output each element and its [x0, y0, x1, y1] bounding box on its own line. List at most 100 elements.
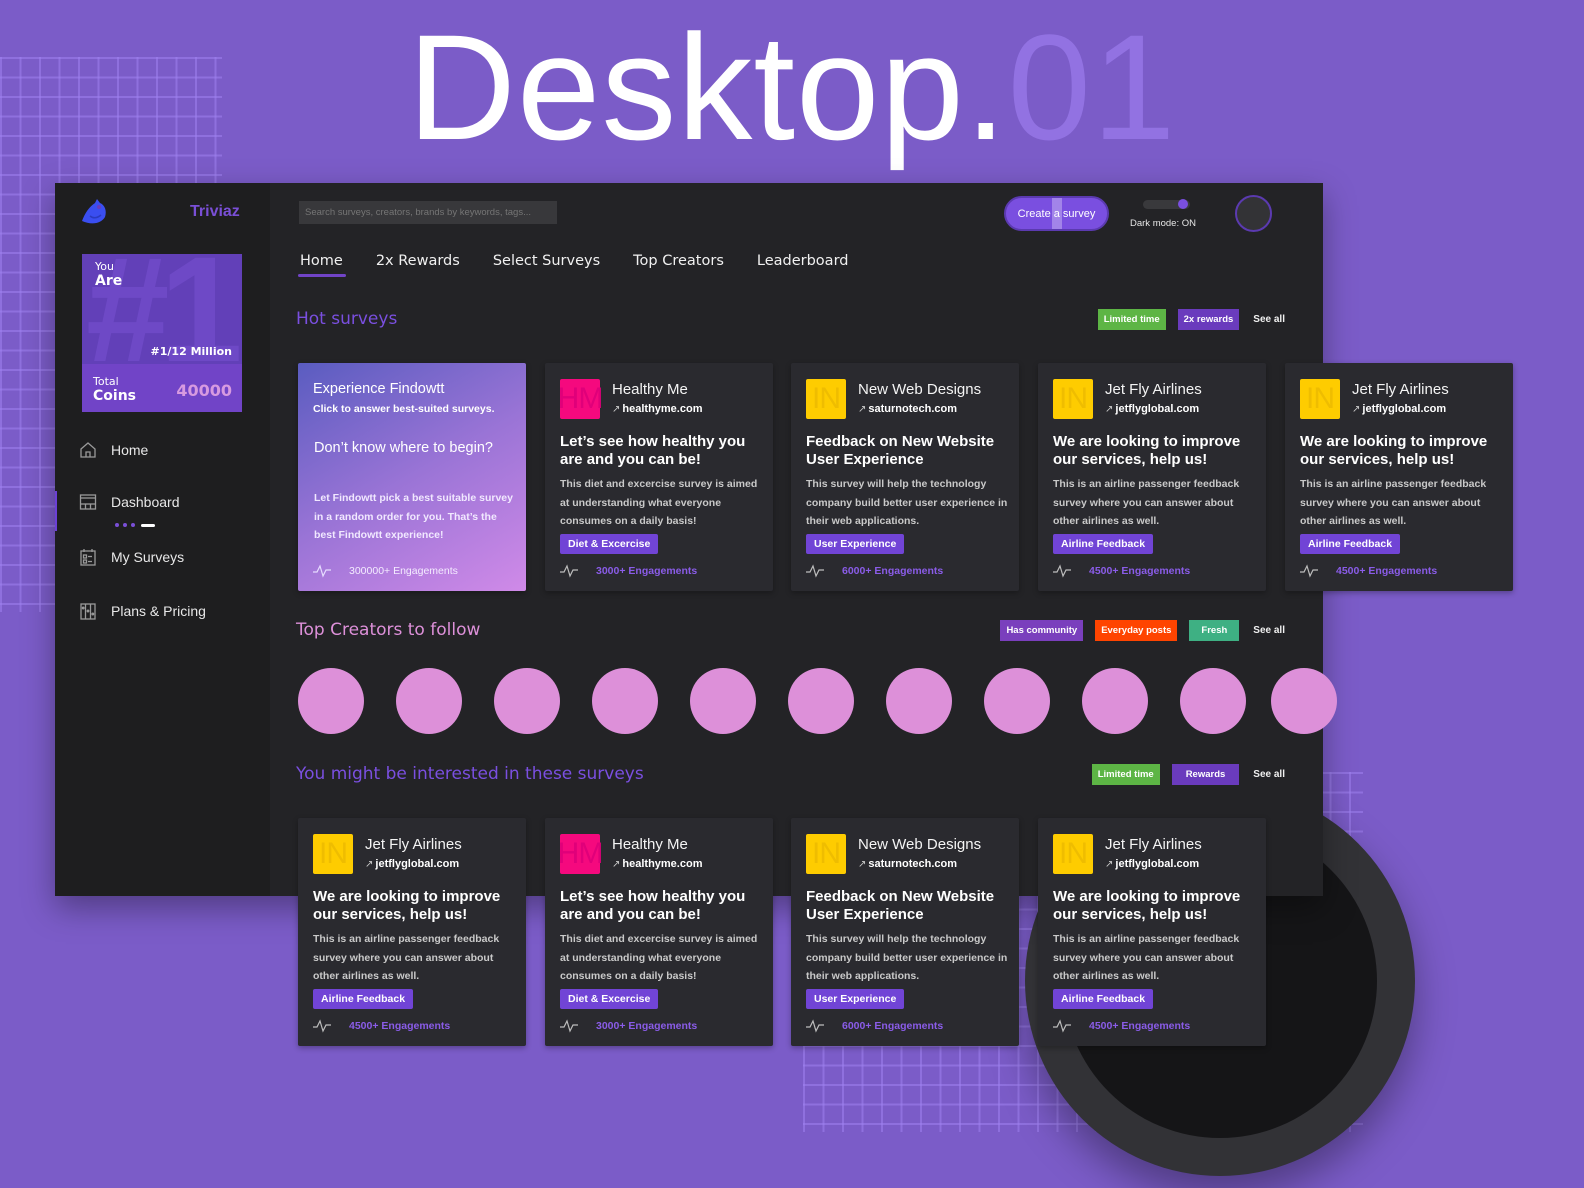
survey-tag[interactable]: Airline Feedback [1053, 989, 1154, 1009]
creator-avatar[interactable] [690, 668, 756, 734]
engagements: 6000+ Engagements [806, 564, 943, 578]
app-window: Triviaz #1 You Are #1/12 Million Total C… [55, 183, 1513, 896]
active-indicator [55, 491, 57, 531]
org-name: New Web Designs [858, 836, 982, 853]
survey-card[interactable]: HM Healthy Me ↗︎ healthyme.com Let’s see … [545, 363, 773, 591]
org-domain-link[interactable]: ↗︎ healthyme.com [612, 403, 702, 415]
creator-avatar[interactable] [396, 668, 462, 734]
org-logo: IN [313, 834, 353, 874]
survey-card[interactable]: IN Jet Fly Airlines ↗︎ jetflyglobal.com W… [298, 818, 526, 1046]
engagements-count: 3000+ Engagements [596, 1020, 698, 1032]
org-domain-link[interactable]: ↗︎ jetflyglobal.com [365, 858, 459, 870]
creator-avatar[interactable] [788, 668, 854, 734]
create-survey-button[interactable]: Create a survey [1004, 196, 1109, 231]
org-domain: jetflyglobal.com [1362, 403, 1447, 415]
org-logo: IN [806, 834, 846, 874]
org-domain-link[interactable]: ↗︎ healthyme.com [612, 858, 702, 870]
brand-name: Triviaz [190, 203, 240, 220]
coins-value: 40000 [176, 381, 232, 400]
chip-limited-time[interactable]: Limited time [1097, 309, 1166, 330]
tab-home[interactable]: Home [298, 253, 346, 277]
engagements: 4500+ Engagements [1053, 1019, 1190, 1033]
rank-you-label: You [95, 260, 114, 273]
org-domain: jetflyglobal.com [1115, 403, 1200, 415]
promo-subtitle: Click to answer best-suited surveys. [313, 403, 495, 415]
tab-leaderboard[interactable]: Leaderboard [757, 253, 849, 277]
chip-2x-rewards[interactable]: 2x rewards [1177, 309, 1240, 330]
sidebar-item-home[interactable]: Home [79, 441, 148, 459]
survey-tag[interactable]: User Experience [806, 534, 905, 554]
engagements-count: 3000+ Engagements [596, 565, 698, 577]
creator-avatar[interactable] [592, 668, 658, 734]
survey-card[interactable]: IN Jet Fly Airlines ↗︎ jetflyglobal.com W… [1038, 363, 1266, 591]
survey-headline: We are looking to improve our services, … [1053, 433, 1241, 468]
org-domain-link[interactable]: ↗︎ saturnotech.com [858, 858, 957, 870]
creator-avatar[interactable] [494, 668, 560, 734]
top-creators-title: Top Creators to follow [296, 620, 481, 640]
external-link-icon: ↗︎ [612, 859, 621, 870]
survey-card[interactable]: IN New Web Designs ↗︎ saturnotech.com Fee… [791, 818, 1019, 1046]
tab-top-creators[interactable]: Top Creators [633, 253, 724, 277]
survey-card[interactable]: IN Jet Fly Airlines ↗︎ jetflyglobal.com W… [1038, 818, 1266, 1046]
creator-avatar[interactable] [984, 668, 1050, 734]
sidebar: Triviaz #1 You Are #1/12 Million Total C… [55, 183, 270, 896]
survey-tag[interactable]: Airline Feedback [313, 989, 414, 1009]
top-creators-see-all-link[interactable]: See all [1253, 625, 1285, 636]
survey-tag[interactable]: Airline Feedback [1053, 534, 1154, 554]
survey-description: This is an airline passenger feedback su… [1053, 933, 1240, 982]
org-domain-link[interactable]: ↗︎ jetflyglobal.com [1105, 858, 1199, 870]
engagements: 4500+ Engagements [1053, 564, 1190, 578]
activity-icon [806, 564, 824, 578]
hot-surveys-see-all-link[interactable]: See all [1253, 314, 1285, 325]
home-icon [80, 442, 96, 458]
survey-tag[interactable]: Diet & Excercise [560, 989, 659, 1009]
survey-headline: We are looking to improve our services, … [313, 888, 501, 923]
sidebar-item-my-surveys[interactable]: My Surveys [79, 548, 184, 566]
search-input[interactable] [299, 201, 557, 224]
creator-avatar[interactable] [1180, 668, 1246, 734]
chip-everyday-posts[interactable]: Everyday posts [1095, 620, 1178, 641]
creator-avatar[interactable] [1271, 668, 1337, 734]
activity-icon [1053, 564, 1071, 578]
bird-logo-icon[interactable] [79, 197, 109, 227]
sidebar-item-label: My Surveys [111, 549, 185, 565]
org-logo: IN [1053, 379, 1093, 419]
hero-title: Desktop.01 [0, 12, 1584, 162]
chip-rewards[interactable]: Rewards [1171, 764, 1240, 785]
sidebar-item-plans-pricing[interactable]: Plans & Pricing [79, 602, 206, 620]
creator-avatar[interactable] [1082, 668, 1148, 734]
tab-select-surveys[interactable]: Select Surveys [493, 253, 600, 277]
org-domain-link[interactable]: ↗︎ saturnotech.com [858, 403, 957, 415]
survey-headline: Feedback on New Website User Experience [806, 888, 995, 923]
org-name: Healthy Me [612, 836, 688, 853]
survey-card[interactable]: IN Jet Fly Airlines ↗︎ jetflyglobal.com W… [1285, 363, 1513, 591]
sidebar-item-label: Plans & Pricing [111, 603, 206, 619]
creator-avatar[interactable] [298, 668, 364, 734]
findowtt-promo-card[interactable]: Experience Findowtt Click to answer best… [298, 363, 526, 591]
chip-limited-time[interactable]: Limited time [1091, 764, 1160, 785]
tab-2x-rewards[interactable]: 2x Rewards [376, 253, 460, 277]
activity-icon [560, 564, 578, 578]
survey-tag[interactable]: User Experience [806, 989, 905, 1009]
chip-has-community[interactable]: Has community [1000, 620, 1084, 641]
engagements: 3000+ Engagements [560, 564, 697, 578]
survey-headline: Let’s see how healthy you are and you ca… [560, 888, 746, 923]
survey-tag[interactable]: Diet & Excercise [560, 534, 659, 554]
org-domain-link[interactable]: ↗︎ jetflyglobal.com [1105, 403, 1199, 415]
survey-tag[interactable]: Airline Feedback [1300, 534, 1401, 554]
sidebar-item-dashboard[interactable]: Dashboard [79, 493, 180, 511]
interested-title: You might be interested in these surveys [296, 764, 644, 784]
creator-avatar[interactable] [886, 668, 952, 734]
promo-title: Experience Findowtt [313, 381, 445, 397]
chip-fresh[interactable]: Fresh [1189, 620, 1240, 641]
user-avatar[interactable] [1235, 195, 1272, 232]
survey-card[interactable]: HM Healthy Me ↗︎ healthyme.com Let’s see … [545, 818, 773, 1046]
dark-mode-toggle[interactable] [1143, 199, 1190, 209]
org-logo: IN [806, 379, 846, 419]
interested-see-all-link[interactable]: See all [1253, 769, 1285, 780]
org-domain: jetflyglobal.com [375, 858, 460, 870]
activity-icon [313, 1019, 331, 1033]
org-domain-link[interactable]: ↗︎ jetflyglobal.com [1352, 403, 1446, 415]
survey-card[interactable]: IN New Web Designs ↗︎ saturnotech.com Fee… [791, 363, 1019, 591]
engagements-count: 6000+ Engagements [842, 1020, 944, 1032]
